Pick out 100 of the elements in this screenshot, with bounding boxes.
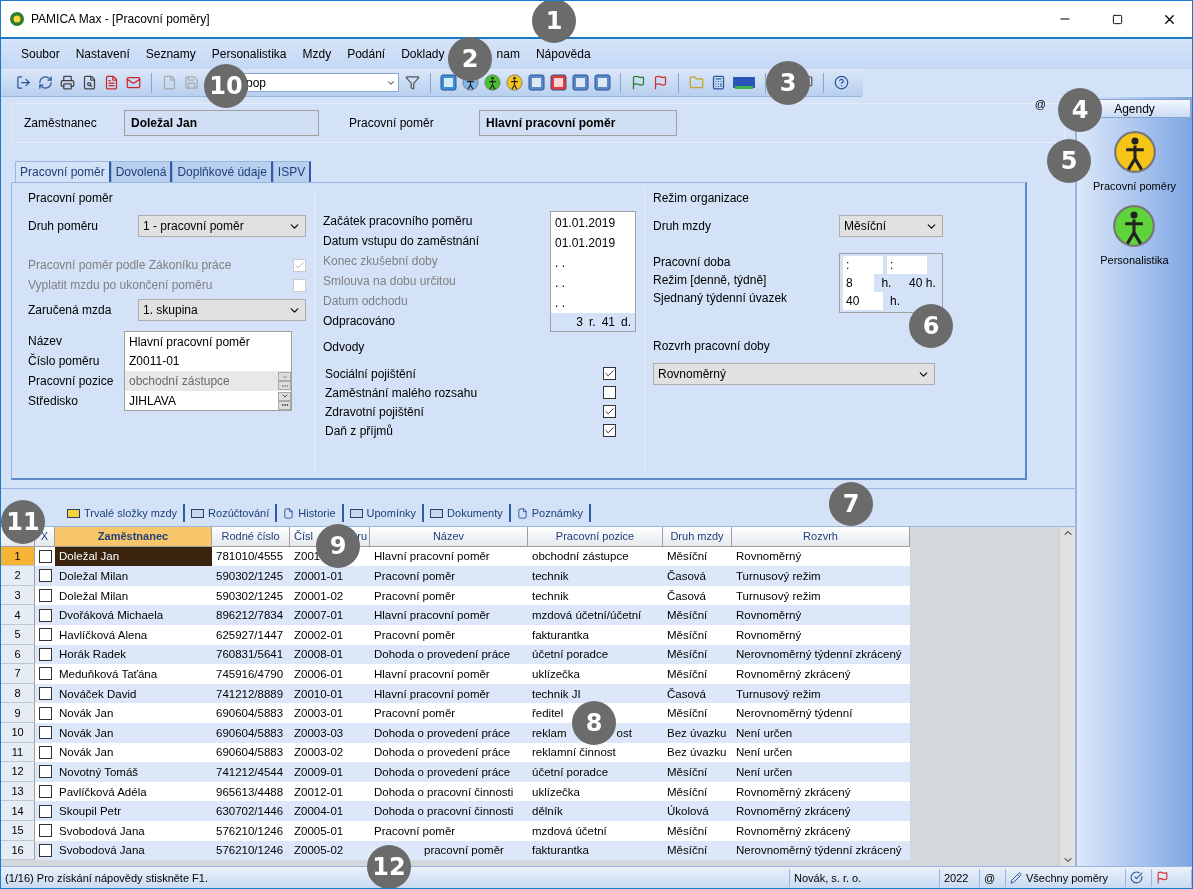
checkbox[interactable]	[38, 608, 52, 622]
dropdown-button[interactable]	[278, 391, 291, 401]
mail-icon[interactable]	[125, 74, 142, 91]
help-icon[interactable]	[833, 74, 850, 91]
text-field[interactable]: Z0011-01	[124, 351, 292, 371]
column-header[interactable]: Druh mzdy	[663, 527, 732, 547]
checkbox[interactable]	[38, 647, 52, 661]
menu-item[interactable]: Nastavení	[67, 47, 138, 61]
checkbox[interactable]	[38, 589, 52, 603]
checkbox[interactable]	[38, 804, 52, 818]
text-field[interactable]: Hlavní pracovní poměr	[124, 331, 292, 351]
bank-card-icon[interactable]	[732, 74, 756, 91]
table-cell: Dohoda o provedení práce	[370, 722, 528, 743]
table-cell: dělník	[528, 801, 663, 821]
hours-field[interactable]: : : 8 h. 40 h. 40 h.	[839, 253, 943, 313]
checkbox[interactable]	[38, 687, 52, 701]
partial-text: pracovní poměr	[424, 844, 504, 857]
person-icon[interactable]	[1112, 204, 1157, 248]
exit-icon[interactable]	[15, 74, 32, 91]
module-icon[interactable]	[550, 74, 567, 91]
flag-icon[interactable]	[652, 74, 669, 91]
callout-overlay: 5	[1047, 139, 1091, 183]
table-cell: Novák Jan	[55, 703, 212, 723]
calculator-icon[interactable]	[710, 74, 727, 91]
scrollbar[interactable]	[1059, 527, 1075, 866]
table-cell: Hlavní pracovní poměr	[370, 605, 528, 625]
menu-item[interactable]: Personalistika	[203, 47, 295, 61]
wage-select[interactable]: 1. skupina	[138, 299, 306, 321]
checkbox[interactable]	[38, 706, 52, 720]
checkbox[interactable]	[38, 745, 52, 759]
tab[interactable]: Doplňkové údaje	[172, 161, 273, 182]
module-icon[interactable]	[594, 74, 611, 91]
checkbox[interactable]	[38, 628, 52, 642]
checkbox[interactable]	[38, 569, 52, 583]
person-icon[interactable]	[484, 74, 501, 91]
table-cell: Z0008-01	[290, 644, 370, 665]
checkbox[interactable]	[38, 667, 52, 681]
column-header[interactable]: Pracovní pozice	[528, 527, 663, 547]
checkbox[interactable]	[603, 424, 616, 437]
check-icon[interactable]	[1130, 871, 1143, 884]
module-icon[interactable]	[528, 74, 545, 91]
field-label: Středisko	[28, 394, 80, 408]
module-icon[interactable]	[572, 74, 589, 91]
tab[interactable]: Pracovní poměr	[15, 161, 111, 182]
schedule-select[interactable]: Rovnoměrný	[653, 363, 935, 385]
document-icon[interactable]	[103, 74, 120, 91]
tab[interactable]: Dovolená	[110, 161, 173, 182]
column-header[interactable]: Název	[370, 527, 528, 547]
agenda-item[interactable]: Personalistika	[1100, 254, 1169, 266]
menu-item[interactable]: Seznamy	[137, 47, 204, 61]
printer-icon[interactable]	[59, 74, 76, 91]
checkbox[interactable]	[38, 765, 52, 779]
menu-item[interactable]: Nápověda	[527, 47, 599, 61]
column-header[interactable]: Rodné číslo	[212, 527, 290, 547]
employee-field: Doležal Jan	[124, 110, 319, 136]
table-cell: Není určen	[732, 762, 910, 782]
checkbox[interactable]	[603, 386, 616, 399]
tab[interactable]: Poznámky	[510, 504, 592, 522]
filter-status: Všechny poměry	[1026, 871, 1108, 884]
relation-kind-select[interactable]: 1 - pracovní poměr	[138, 215, 306, 237]
tab[interactable]: Trvalé složky mzdy	[61, 504, 186, 522]
refresh-icon[interactable]	[37, 74, 54, 91]
text-field[interactable]: JIHLAVA	[124, 391, 292, 411]
filter-icon[interactable]	[404, 74, 421, 91]
flag-icon[interactable]	[630, 74, 647, 91]
tab[interactable]: Rozúčtování	[185, 504, 278, 522]
table-cell: Měsíční	[663, 703, 732, 723]
person-icon[interactable]	[1112, 130, 1157, 174]
flag-icon[interactable]	[1156, 871, 1169, 884]
field-label: Datum odchodu	[323, 294, 408, 308]
column-header[interactable]: Rozvrh	[732, 527, 910, 547]
checkbox[interactable]	[38, 726, 52, 740]
callout-overlay: 7	[829, 482, 873, 526]
tab[interactable]: ISPV	[272, 161, 312, 182]
maximize-icon[interactable]	[1111, 13, 1123, 25]
table-cell: Novák Jan	[55, 742, 212, 763]
tab[interactable]: Historie	[277, 504, 344, 522]
wage-kind-select[interactable]: Měsíční	[839, 215, 943, 237]
module-icon[interactable]	[440, 74, 457, 91]
checkbox[interactable]	[38, 824, 52, 838]
row-number: 8	[1, 683, 35, 704]
checkbox[interactable]	[38, 549, 52, 563]
tab[interactable]: Upomínky	[343, 504, 425, 522]
column-header[interactable]: Zaměstnanec	[55, 527, 212, 547]
field-label: Režim [denně, týdně]	[653, 273, 767, 287]
checkbox[interactable]	[603, 367, 616, 380]
menu-item[interactable]: Mzdy	[294, 47, 340, 61]
table-cell: mzdová účetní/účetní	[528, 605, 663, 625]
print-preview-icon[interactable]	[81, 74, 98, 91]
checkbox[interactable]	[603, 405, 616, 418]
menu-item[interactable]: Soubor	[13, 47, 68, 61]
menu-item[interactable]: Podání	[339, 47, 394, 61]
checkbox[interactable]	[38, 843, 52, 857]
agenda-item[interactable]: Pracovní poměry	[1092, 180, 1177, 192]
person-icon[interactable]	[506, 74, 523, 91]
menu-item[interactable]: nam	[496, 47, 520, 61]
tab[interactable]: Dokumenty	[424, 504, 511, 522]
browse-button[interactable]	[278, 400, 291, 410]
table-cell: Horák Radek	[55, 644, 212, 665]
checkbox[interactable]	[38, 785, 52, 798]
